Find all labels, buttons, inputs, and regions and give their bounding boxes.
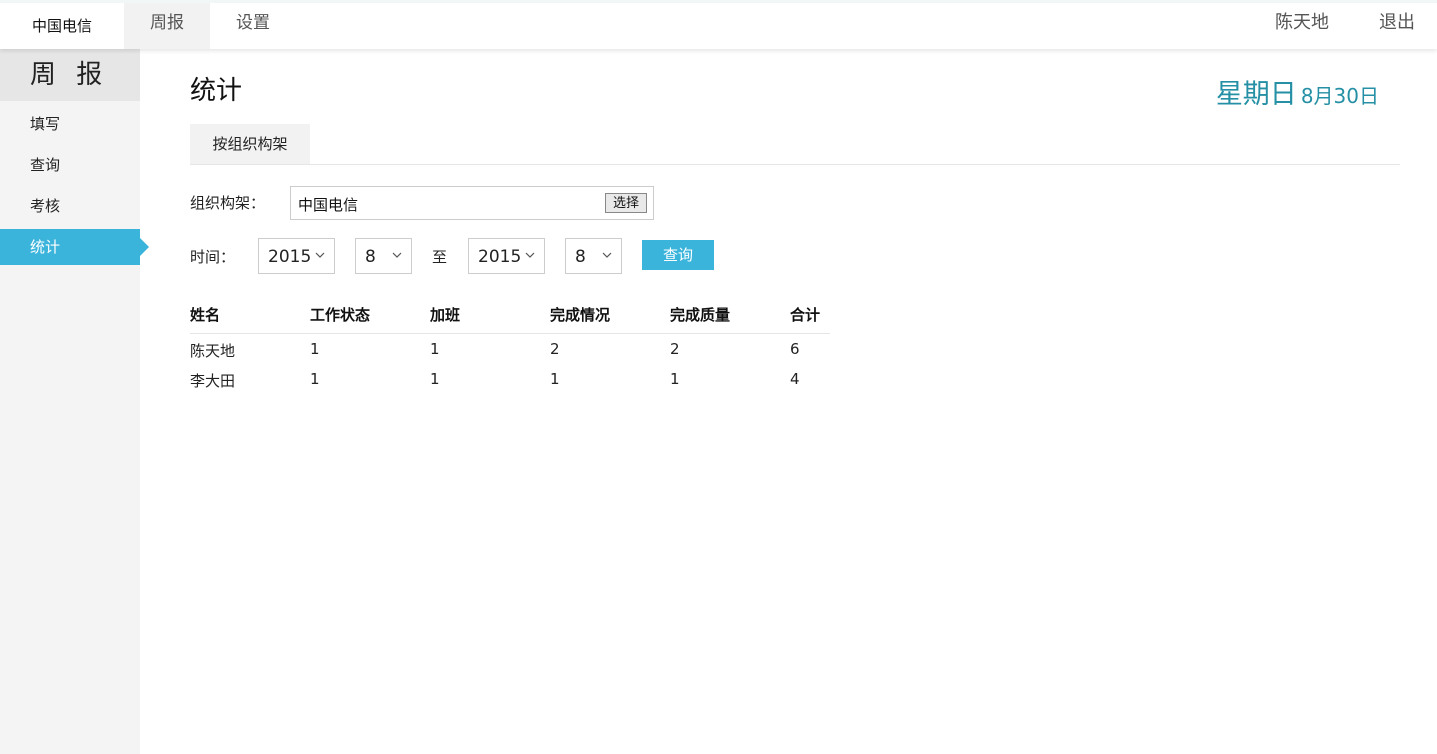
sidebar-item-statistics[interactable]: 统计	[0, 229, 149, 265]
weekday-text: 星期日	[1215, 79, 1297, 110]
header-name: 姓名	[190, 306, 221, 324]
tab-divider	[190, 164, 1400, 165]
statistics-table: 姓名 工作状态 加班 完成情况 完成质量 合计 陈天地 1 1 2 2 6 李大…	[190, 300, 830, 394]
table-header: 姓名 工作状态 加班 完成情况 完成质量 合计	[190, 300, 830, 334]
chevron-down-icon	[315, 252, 325, 258]
logout-link[interactable]: 退出	[1379, 3, 1415, 43]
tab-by-org-structure[interactable]: 按组织构架	[190, 124, 310, 164]
header-total: 合计	[790, 306, 821, 324]
header-quality: 完成质量	[670, 306, 731, 324]
end-month-value: 8	[575, 247, 586, 267]
cell-quality: 2	[670, 340, 680, 358]
header-work-status: 工作状态	[310, 306, 371, 324]
header-completion: 完成情况	[550, 306, 611, 324]
start-year-value: 2015	[268, 247, 312, 267]
cell-completion: 2	[550, 340, 560, 358]
table-row: 陈天地 1 1 2 2 6	[190, 334, 830, 364]
start-month-value: 8	[365, 247, 376, 267]
chevron-down-icon	[525, 252, 535, 258]
table-row: 李大田 1 1 1 1 4	[190, 364, 830, 394]
sidebar-item-fill[interactable]: 填写	[0, 106, 140, 142]
time-label: 时间：	[190, 248, 236, 266]
nav-weekly-report[interactable]: 周报	[124, 3, 210, 49]
date-text: 8月30日	[1300, 84, 1379, 108]
date-display: 星期日 8月30日	[1216, 72, 1379, 111]
cell-work-status: 1	[310, 370, 320, 388]
org-structure-label: 组织构架：	[190, 194, 266, 212]
query-button[interactable]: 查询	[642, 240, 714, 270]
range-to-label: 至	[432, 248, 448, 266]
cell-completion: 1	[550, 370, 560, 388]
cell-total: 4	[790, 370, 800, 388]
cell-overtime: 1	[430, 370, 440, 388]
cell-total: 6	[790, 340, 800, 358]
top-bar: 中国电信 周报 设置 陈天地 退出	[0, 0, 1437, 49]
select-org-button[interactable]: 选择	[605, 193, 647, 213]
chevron-down-icon	[392, 252, 402, 258]
cell-quality: 1	[670, 370, 680, 388]
end-year-value: 2015	[478, 247, 522, 267]
sidebar: 周 报 填写 查询 考核 统计	[0, 49, 149, 754]
cell-overtime: 1	[430, 340, 440, 358]
page-title: 统计	[190, 76, 243, 106]
end-month-select[interactable]: 8	[565, 238, 622, 274]
sidebar-item-assessment[interactable]: 考核	[0, 188, 140, 224]
start-month-select[interactable]: 8	[355, 238, 412, 274]
start-year-select[interactable]: 2015	[258, 238, 335, 274]
end-year-select[interactable]: 2015	[468, 238, 545, 274]
cell-name: 陈天地	[190, 342, 236, 360]
chevron-down-icon	[602, 252, 612, 258]
org-structure-value: 中国电信	[298, 196, 359, 214]
cell-work-status: 1	[310, 340, 320, 358]
user-name-link[interactable]: 陈天地	[1275, 3, 1329, 43]
nav-settings[interactable]: 设置	[210, 3, 296, 49]
org-structure-field[interactable]: 中国电信 选择	[290, 186, 654, 220]
cell-name: 李大田	[190, 372, 236, 390]
sidebar-title: 周 报	[0, 49, 140, 101]
brand-logo-text: 中国电信	[0, 3, 124, 49]
sidebar-item-query[interactable]: 查询	[0, 147, 140, 183]
header-overtime: 加班	[430, 306, 461, 324]
